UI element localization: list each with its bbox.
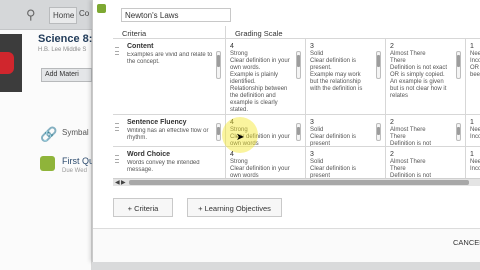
level-description: Solid Clear definition is present. Examp… <box>310 51 363 92</box>
rubric-icon <box>97 4 106 13</box>
criterion-description: Words convey the intended message. <box>127 160 200 173</box>
course-panel: Science 8: H.B. Lee Middle S Add Materi … <box>0 30 94 270</box>
cancel-button[interactable]: CANCEL <box>453 238 480 247</box>
level-points: 3 <box>310 119 314 126</box>
heart-icon <box>0 52 14 74</box>
scroll-right-icon[interactable]: ▶ <box>121 179 126 186</box>
level-points: 1 <box>470 119 474 126</box>
scrollbar[interactable] <box>216 123 221 141</box>
scrollbar[interactable] <box>296 51 301 79</box>
level-points: 2 <box>390 151 394 158</box>
level-points: 3 <box>310 43 314 50</box>
criterion-description: Writing has an effective flow or rhythm. <box>127 128 209 141</box>
rubric-title-input[interactable] <box>121 8 231 22</box>
level-points: 2 <box>390 119 394 126</box>
level-cell[interactable]: 2 Almost There There Definition is not <box>386 147 466 178</box>
level-description: Almost There There Definition is not exa… <box>390 51 448 99</box>
drag-handle-icon[interactable] <box>115 155 119 163</box>
level-cell[interactable]: 2 Almost There There Definition is not <box>386 115 466 146</box>
criterion-name: Content <box>127 43 154 50</box>
criteria-header: Criteria <box>113 26 226 39</box>
criterion-description: Examples are vivid and relate to the con… <box>127 52 213 65</box>
level-cell[interactable]: 1 Nee Incor <box>466 115 480 146</box>
app-background: ⚲ Home Co Science 8: H.B. Lee Middle S A… <box>0 0 480 270</box>
mouse-cursor-icon: ➤ <box>236 132 245 143</box>
material-item-due: Due Wed <box>62 168 87 174</box>
bottom-strip <box>92 262 480 270</box>
criterion-name: Sentence Fluency <box>127 119 187 126</box>
scrollbar[interactable] <box>456 123 461 141</box>
grading-scale-header: Grading Scale <box>226 26 480 39</box>
level-description: Solid Clear definition is present <box>310 159 357 178</box>
scrollbar[interactable] <box>456 51 461 79</box>
home-button[interactable]: Home <box>49 7 77 24</box>
level-cell[interactable]: 4 Strong Clear definition in your own wo… <box>226 39 306 114</box>
add-materials-label: Add Materi <box>45 71 79 78</box>
level-description: Strong Clear definition in your own word… <box>230 159 290 178</box>
add-learning-objectives-button[interactable]: + Learning Objectives <box>187 198 282 217</box>
level-cell[interactable]: 3 Solid Clear definition is present <box>306 115 386 146</box>
level-cell[interactable]: 3 Solid Clear definition is present <box>306 147 386 178</box>
scrollbar[interactable] <box>376 51 381 79</box>
level-description: Solid Clear definition is present <box>310 127 357 146</box>
scroll-left-icon[interactable]: ◀ <box>115 179 120 186</box>
puzzle-icon <box>40 156 55 171</box>
material-item-first-quiz[interactable]: First Qu <box>62 156 94 166</box>
material-item-symbal[interactable]: Symbal <box>62 128 89 137</box>
drag-handle-icon[interactable] <box>115 47 119 55</box>
criterion-cell[interactable]: Word Choice Words convey the intended me… <box>113 147 226 178</box>
horizontal-scrollbar[interactable]: ◀ ▶ <box>113 178 480 186</box>
level-description: Nee Incor <box>470 127 480 140</box>
course-school: H.B. Lee Middle S <box>38 47 87 53</box>
scrollbar[interactable] <box>296 123 301 141</box>
level-points: 4 <box>230 43 234 50</box>
level-cell[interactable]: 2 Almost There There Definition is not e… <box>386 39 466 114</box>
course-title[interactable]: Science 8: <box>38 33 92 45</box>
rubric-grid: Criteria Grading Scale Content Examples … <box>113 26 480 178</box>
level-cell[interactable]: 3 Solid Clear definition is present. Exa… <box>306 39 386 114</box>
rubric-editor-modal: Criteria Grading Scale Content Examples … <box>92 0 480 262</box>
add-criteria-button[interactable]: + Criteria <box>113 198 173 217</box>
scrollbar[interactable] <box>376 123 381 141</box>
scrollbar[interactable] <box>216 51 221 79</box>
level-description: Nee Incor OR n been <box>470 51 480 78</box>
level-description: Almost There There Definition is not <box>390 159 432 178</box>
link-icon: 🔗 <box>40 126 58 142</box>
drag-handle-icon[interactable] <box>115 123 119 131</box>
modal-footer <box>93 228 480 262</box>
criterion-row-word-choice[interactable]: Word Choice Words convey the intended me… <box>113 147 480 178</box>
level-points: 3 <box>310 151 314 158</box>
criterion-cell[interactable]: Sentence Fluency Writing has an effectiv… <box>113 115 226 146</box>
course-thumbnail <box>0 34 22 92</box>
level-description: Nee Incor <box>470 159 480 172</box>
scrollbar-thumb[interactable] <box>129 180 469 185</box>
level-points: 1 <box>470 43 474 50</box>
search-icon[interactable]: ⚲ <box>26 7 36 23</box>
level-points: 1 <box>470 151 474 158</box>
add-materials-button[interactable]: Add Materi <box>41 68 92 82</box>
courses-link[interactable]: Co <box>79 9 89 18</box>
criterion-row-sentence-fluency[interactable]: Sentence Fluency Writing has an effectiv… <box>113 115 480 147</box>
criterion-name: Word Choice <box>127 151 171 158</box>
level-description: Strong Clear definition in your own word… <box>230 51 290 113</box>
level-points: 2 <box>390 43 394 50</box>
level-cell[interactable]: 1 Nee Incor OR n been <box>466 39 480 114</box>
level-description: Almost There There Definition is not <box>390 127 432 146</box>
criterion-cell[interactable]: Content Examples are vivid and relate to… <box>113 39 226 114</box>
criterion-row-content[interactable]: Content Examples are vivid and relate to… <box>113 39 480 115</box>
level-cell[interactable]: 1 Nee Incor <box>466 147 480 178</box>
